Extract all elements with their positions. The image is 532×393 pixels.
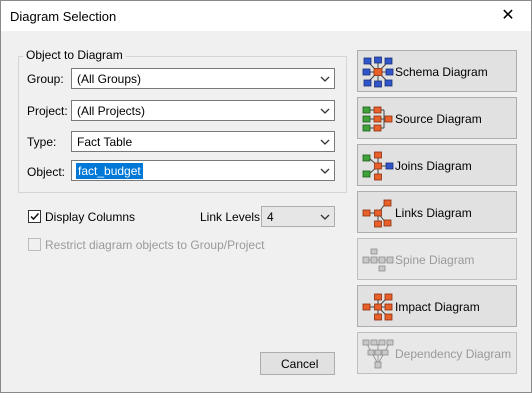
spine-diagram-button[interactable]: Spine Diagram	[357, 238, 517, 280]
object-label: Object:	[27, 165, 66, 179]
project-select[interactable]: (All Projects)	[71, 100, 335, 121]
links-diagram-button[interactable]: Links Diagram	[357, 191, 517, 233]
dependency-diagram-button[interactable]: Dependency Diagram	[357, 332, 517, 374]
title-bar: Diagram Selection ✕	[1, 1, 531, 31]
restrict-checkbox[interactable]	[28, 238, 41, 251]
group-legend: Object to Diagram	[23, 48, 126, 62]
type-label: Type:	[27, 135, 57, 149]
schema-diagram-label: Schema Diagram	[395, 65, 488, 79]
impact-diagram-icon	[362, 293, 393, 321]
link-levels-value: 4	[267, 210, 274, 224]
checkmark-icon	[30, 212, 40, 221]
schema-diagram-icon	[362, 56, 394, 88]
link-levels-select[interactable]: 4	[261, 206, 335, 227]
spine-diagram-label: Spine Diagram	[395, 253, 475, 267]
display-columns-label: Display Columns	[45, 210, 136, 224]
links-diagram-icon	[362, 199, 392, 228]
chevron-down-icon	[320, 168, 330, 174]
chevron-down-icon	[320, 139, 330, 145]
group-select[interactable]: (All Groups)	[71, 68, 335, 89]
impact-diagram-button[interactable]: Impact Diagram	[357, 285, 517, 327]
joins-diagram-label: Joins Diagram	[395, 159, 472, 173]
restrict-label: Restrict diagram objects to Group/Projec…	[45, 238, 265, 252]
joins-diagram-icon	[362, 151, 394, 181]
source-diagram-button[interactable]: Source Diagram	[357, 97, 517, 139]
object-select[interactable]: fact_budget	[71, 160, 335, 181]
project-label: Project:	[27, 104, 68, 118]
cancel-button[interactable]: Cancel	[260, 352, 335, 375]
close-button[interactable]: ✕	[485, 1, 531, 31]
type-select-value: Fact Table	[77, 135, 133, 149]
object-select-value: fact_budget	[76, 163, 143, 179]
chevron-down-icon	[320, 76, 330, 82]
group-label: Group:	[27, 72, 64, 86]
chevron-down-icon	[320, 214, 330, 220]
diagram-selection-dialog: Diagram Selection ✕ Object to Diagram Gr…	[0, 0, 532, 393]
cancel-button-label: Cancel	[281, 357, 319, 371]
links-diagram-label: Links Diagram	[395, 206, 472, 220]
joins-diagram-button[interactable]: Joins Diagram	[357, 144, 517, 186]
group-select-value: (All Groups)	[77, 72, 142, 86]
project-select-value: (All Projects)	[77, 104, 146, 118]
dependency-diagram-icon	[362, 339, 394, 369]
chevron-down-icon	[320, 108, 330, 114]
dependency-diagram-label: Dependency Diagram	[395, 347, 512, 361]
source-diagram-icon	[362, 106, 393, 132]
window-title: Diagram Selection	[10, 9, 117, 24]
type-select[interactable]: Fact Table	[71, 131, 335, 152]
link-levels-label: Link Levels:	[200, 210, 264, 224]
source-diagram-label: Source Diagram	[395, 112, 482, 126]
impact-diagram-label: Impact Diagram	[395, 300, 480, 314]
spine-diagram-icon	[362, 248, 394, 272]
display-columns-checkbox[interactable]	[28, 210, 41, 223]
schema-diagram-button[interactable]: Schema Diagram	[357, 50, 517, 92]
